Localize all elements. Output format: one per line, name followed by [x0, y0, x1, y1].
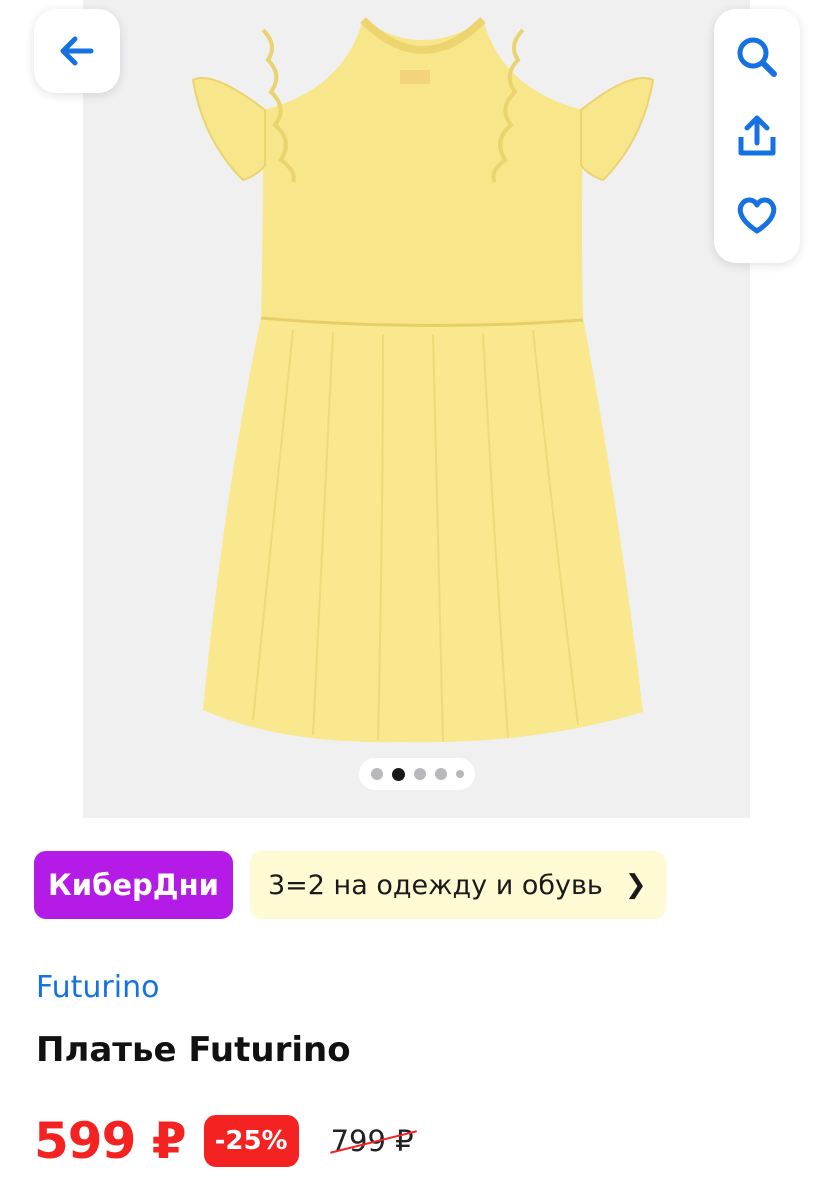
- share-icon: [738, 115, 776, 156]
- heart-icon: [737, 197, 777, 234]
- promo-offer-label: 3=2 на одежду и обувь: [268, 869, 603, 901]
- cyberdays-badge[interactable]: КиберДни: [34, 851, 233, 919]
- carousel-dot[interactable]: [413, 768, 426, 780]
- promo-offer-chip[interactable]: 3=2 на одежду и обувь ❯: [250, 851, 666, 919]
- favorite-button[interactable]: [727, 185, 787, 245]
- back-button[interactable]: [34, 9, 120, 93]
- brand-link[interactable]: Futurino: [36, 970, 159, 1005]
- search-button[interactable]: [727, 27, 787, 87]
- search-icon: [737, 37, 777, 77]
- product-title: Платье Futurino: [36, 1030, 351, 1070]
- carousel-dot[interactable]: [434, 768, 447, 780]
- price-row: 599 ₽ -25% 799 ₽: [34, 1110, 414, 1172]
- share-button[interactable]: [727, 106, 787, 166]
- current-price: 599 ₽: [34, 1112, 187, 1170]
- carousel-indicator[interactable]: [359, 758, 475, 790]
- old-price: 799 ₽: [330, 1124, 414, 1158]
- promo-row: КиберДни 3=2 на одежду и обувь ❯: [34, 851, 666, 919]
- product-gallery[interactable]: [0, 0, 833, 818]
- carousel-dot[interactable]: [370, 768, 383, 780]
- discount-badge: -25%: [203, 1115, 299, 1167]
- carousel-dot[interactable]: [455, 770, 464, 778]
- product-image[interactable]: [83, 0, 750, 818]
- action-panel: [714, 9, 800, 263]
- chevron-right-icon: ❯: [624, 870, 647, 900]
- arrow-left-icon: [60, 36, 94, 66]
- carousel-dot-active[interactable]: [391, 767, 405, 781]
- dress-illustration: [191, 17, 655, 743]
